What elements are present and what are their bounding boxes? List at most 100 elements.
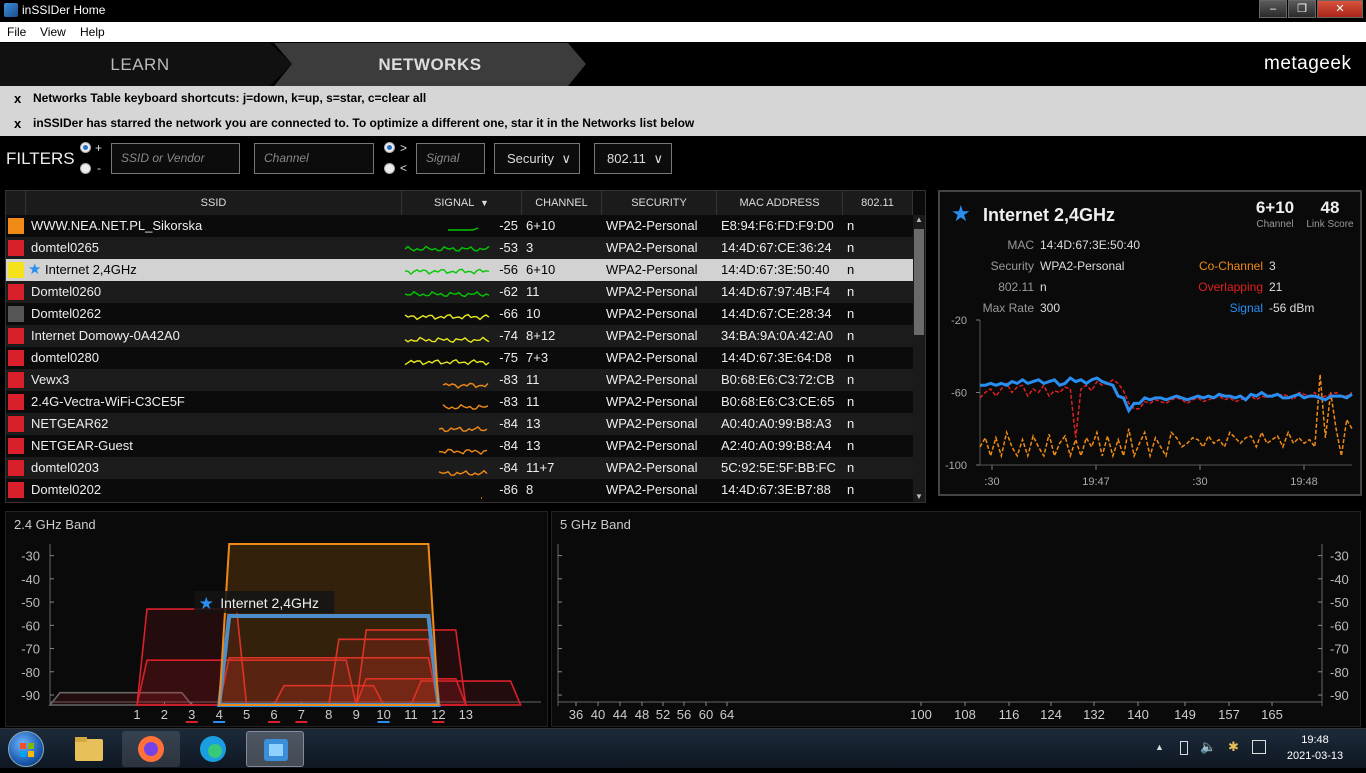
signal-filter-input[interactable]: Signal	[416, 143, 485, 174]
table-row[interactable]: WWW.NEA.NET.PL_Sikorska -25 6+10 WPA2-Perso…	[6, 215, 913, 237]
show-hidden-icons-button[interactable]: ▲	[1155, 742, 1164, 752]
network-color-swatch	[8, 438, 24, 454]
table-row[interactable]: Internet Domowy-0A42A0 -74 8+12 WPA2-Person…	[6, 325, 913, 347]
band-x-tick-label: 108	[954, 707, 976, 722]
tab-networks[interactable]: NETWORKS	[290, 43, 570, 86]
firefox-button[interactable]	[122, 731, 180, 767]
table-row[interactable]: 2.4G-Vectra-WiFi-C3CE5F -83 11 WPA2-Persona…	[6, 391, 913, 413]
mac-column-header[interactable]: MAC ADDRESS	[717, 191, 843, 215]
menu-file[interactable]: File	[7, 25, 26, 39]
table-row[interactable]: ★ Internet 2,4GHz -56 6+10 WPA2-Personal 14:4…	[6, 259, 913, 281]
channel-column-header[interactable]: CHANNEL	[522, 191, 602, 215]
file-explorer-button[interactable]	[60, 731, 118, 767]
title-bar: inSSIDer Home – ❐ ✕	[0, 0, 1366, 22]
security-cell: WPA2-Personal	[606, 262, 698, 277]
cochannel-label: Co-Channel	[1198, 259, 1263, 273]
band-y-tick-label: -30	[1330, 549, 1349, 564]
clock-time[interactable]: 19:48	[1285, 734, 1345, 746]
standard-cell: n	[847, 240, 855, 255]
plus-label: +	[95, 141, 103, 155]
channel-cell: 8+12	[526, 328, 556, 343]
band-x-tick-label: 48	[635, 707, 649, 722]
gt-label: >	[400, 141, 408, 155]
table-row[interactable]: domtel0265 -53 3 WPA2-Personal 14:4D:67:CE:3…	[6, 237, 913, 259]
tab-learn[interactable]: LEARN	[0, 43, 280, 86]
signal-column-label: SIGNAL	[434, 197, 474, 209]
security-cell: WPA2-Personal	[606, 328, 698, 343]
clock-date[interactable]: 2021-03-13	[1277, 750, 1353, 762]
volume-icon[interactable]: 🔈	[1200, 739, 1216, 755]
scroll-down-icon[interactable]: ▼	[915, 492, 923, 501]
band-x-tick-label: 8	[325, 707, 332, 722]
signal-cell: -75	[499, 350, 518, 365]
band-x-tick-label: 157	[1218, 707, 1240, 722]
band-x-tick-label: 10	[376, 707, 390, 722]
band-y-tick-label: -70	[1330, 642, 1349, 657]
ssid-include-radio[interactable]	[80, 142, 91, 153]
band-x-tick-label: 6	[270, 707, 277, 722]
table-row[interactable]: Domtel0262 -66 10 WPA2-Personal 14:4D:67:CE:…	[6, 303, 913, 325]
band-x-tick-label: 3	[188, 707, 195, 722]
security-column-header[interactable]: SECURITY	[602, 191, 717, 215]
scrollbar-thumb[interactable]	[914, 229, 924, 335]
network-icon[interactable]	[1252, 740, 1266, 754]
star-icon[interactable]: ★	[28, 259, 41, 281]
standard-cell: n	[847, 372, 855, 387]
table-row[interactable]: NETGEAR-Guest -84 13 WPA2-Personal A2:40:A0:…	[6, 435, 913, 457]
standard-cell: n	[847, 438, 855, 453]
ssid-exclude-radio[interactable]	[80, 163, 91, 174]
battery-icon[interactable]	[1180, 741, 1188, 755]
start-button[interactable]	[8, 731, 44, 767]
table-row[interactable]: Domtel0260 -62 11 WPA2-Personal 14:4D:67:97:…	[6, 281, 913, 303]
security-cell: WPA2-Personal	[606, 416, 698, 431]
minimize-button[interactable]: –	[1259, 0, 1287, 18]
band-x-tick-label: 12	[431, 707, 445, 722]
mac-cell: 14:4D:67:97:4B:F4	[721, 284, 831, 299]
ssid-column-header[interactable]: SSID	[26, 191, 402, 215]
band-x-tick-label: 36	[569, 707, 583, 722]
menu-help[interactable]: Help	[80, 25, 105, 39]
ssid-filter-input[interactable]: SSID or Vendor	[111, 143, 240, 174]
standard-filter-select[interactable]: 802.11 ∨	[594, 143, 672, 174]
table-row[interactable]: domtel0280 -75 7+3 WPA2-Personal 14:4D:67:3E…	[6, 347, 913, 369]
ssid-cell: WWW.NEA.NET.PL_Sikorska	[31, 218, 203, 233]
band-y-tick-label: -90	[21, 688, 40, 703]
security-filter-select[interactable]: Security ∨	[494, 143, 580, 174]
inssider-button[interactable]	[246, 731, 304, 767]
signal-cell: -83	[499, 372, 518, 387]
table-scrollbar[interactable]: ▲ ▼	[913, 215, 925, 502]
maximize-button[interactable]: ❐	[1288, 0, 1316, 18]
menu-view[interactable]: View	[40, 25, 66, 39]
channel-filter-input[interactable]: Channel	[254, 143, 374, 174]
star-icon[interactable]: ★	[951, 201, 971, 227]
dismiss-starred-button[interactable]: x	[14, 111, 21, 136]
table-row[interactable]: NETGEAR62 -84 13 WPA2-Personal A0:40:A0:99:B…	[6, 413, 913, 435]
minus-label: -	[97, 161, 101, 175]
security-cell: WPA2-Personal	[606, 218, 698, 233]
standard-column-header[interactable]: 802.11	[843, 191, 913, 215]
standard-cell: n	[847, 262, 855, 277]
table-row[interactable]: Domtel0202 -86 8 WPA2-Personal 14:4D:67:3E:B…	[6, 479, 913, 501]
signal-series-line	[980, 376, 1353, 414]
mac-cell: 14:4D:67:3E:64:D8	[721, 350, 832, 365]
action-center-icon[interactable]: ✱	[1228, 739, 1239, 755]
edge-button[interactable]	[184, 731, 242, 767]
band-y-tick-label: -60	[1330, 618, 1349, 633]
security-cell: WPA2-Personal	[606, 460, 698, 475]
dismiss-shortcuts-button[interactable]: x	[14, 86, 21, 111]
signal-column-header[interactable]: SIGNAL ▼	[402, 191, 522, 215]
signal-gt-radio[interactable]	[384, 142, 395, 153]
standard-cell: n	[847, 328, 855, 343]
signal-sparkline-line	[448, 227, 479, 231]
table-row[interactable]: Vewx3 -83 11 WPA2-Personal B0:68:E6:C3:72:CB…	[6, 369, 913, 391]
scroll-up-icon[interactable]: ▲	[915, 215, 923, 224]
band-x-tick-label: 64	[720, 707, 734, 722]
chevron-down-icon: ∨	[653, 151, 663, 166]
close-window-button[interactable]: ✕	[1317, 0, 1363, 18]
mac-cell: B0:68:E6:C3:CE:65	[721, 394, 835, 409]
table-row[interactable]: domtel0203 -84 11+7 WPA2-Personal 5C:92:5E:5…	[6, 457, 913, 479]
chevron-down-icon: ∨	[561, 151, 571, 166]
network-color-swatch	[8, 350, 24, 366]
signal-cell: -84	[499, 460, 518, 475]
signal-lt-radio[interactable]	[384, 163, 395, 174]
